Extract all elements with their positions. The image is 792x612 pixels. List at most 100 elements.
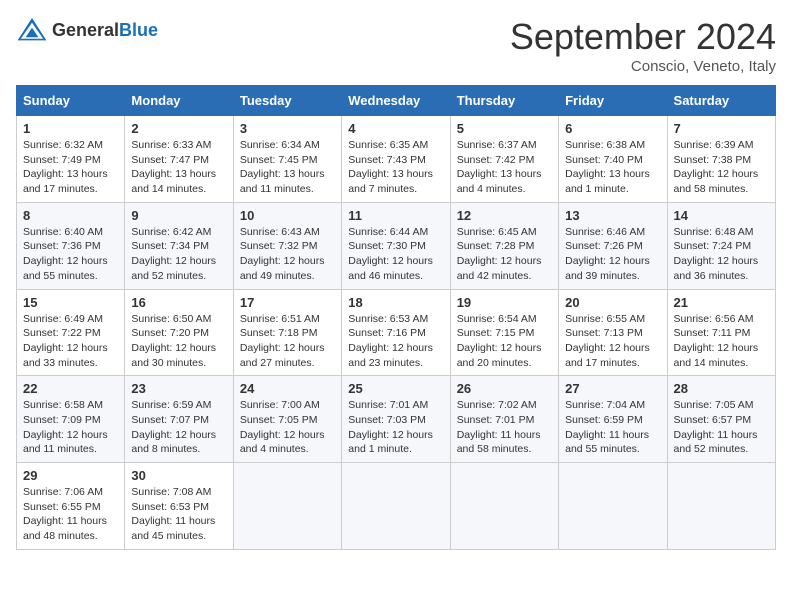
day-number: 9 <box>131 208 226 223</box>
cell-details: Sunrise: 6:50 AMSunset: 7:20 PMDaylight:… <box>131 312 226 371</box>
calendar-cell: 23 Sunrise: 6:59 AMSunset: 7:07 PMDayligh… <box>125 376 233 463</box>
day-number: 3 <box>240 121 335 136</box>
calendar-week-row: 1 Sunrise: 6:32 AMSunset: 7:49 PMDaylight… <box>17 116 776 203</box>
calendar-cell: 22 Sunrise: 6:58 AMSunset: 7:09 PMDayligh… <box>17 376 125 463</box>
calendar-cell: 7 Sunrise: 6:39 AMSunset: 7:38 PMDaylight… <box>667 116 775 203</box>
day-number: 5 <box>457 121 552 136</box>
calendar-cell: 30 Sunrise: 7:08 AMSunset: 6:53 PMDayligh… <box>125 463 233 550</box>
cell-details: Sunrise: 6:42 AMSunset: 7:34 PMDaylight:… <box>131 225 226 284</box>
cell-details: Sunrise: 6:56 AMSunset: 7:11 PMDaylight:… <box>674 312 769 371</box>
day-number: 6 <box>565 121 660 136</box>
logo-text: GeneralBlue <box>52 20 158 41</box>
cell-details: Sunrise: 6:46 AMSunset: 7:26 PMDaylight:… <box>565 225 660 284</box>
cell-details: Sunrise: 7:01 AMSunset: 7:03 PMDaylight:… <box>348 398 443 457</box>
day-number: 4 <box>348 121 443 136</box>
calendar-day-header: Sunday <box>17 86 125 116</box>
day-number: 18 <box>348 295 443 310</box>
calendar-cell: 5 Sunrise: 6:37 AMSunset: 7:42 PMDaylight… <box>450 116 558 203</box>
day-number: 28 <box>674 381 769 396</box>
calendar-cell: 28 Sunrise: 7:05 AMSunset: 6:57 PMDayligh… <box>667 376 775 463</box>
calendar-cell: 18 Sunrise: 6:53 AMSunset: 7:16 PMDayligh… <box>342 289 450 376</box>
cell-details: Sunrise: 7:02 AMSunset: 7:01 PMDaylight:… <box>457 398 552 457</box>
cell-details: Sunrise: 6:51 AMSunset: 7:18 PMDaylight:… <box>240 312 335 371</box>
cell-details: Sunrise: 6:32 AMSunset: 7:49 PMDaylight:… <box>23 138 118 197</box>
cell-details: Sunrise: 6:40 AMSunset: 7:36 PMDaylight:… <box>23 225 118 284</box>
calendar-day-header: Thursday <box>450 86 558 116</box>
calendar-cell: 4 Sunrise: 6:35 AMSunset: 7:43 PMDaylight… <box>342 116 450 203</box>
calendar-cell: 9 Sunrise: 6:42 AMSunset: 7:34 PMDaylight… <box>125 202 233 289</box>
logo-icon <box>16 16 48 44</box>
title-area: September 2024 Conscio, Veneto, Italy <box>510 16 776 75</box>
calendar-cell: 21 Sunrise: 6:56 AMSunset: 7:11 PMDayligh… <box>667 289 775 376</box>
calendar-cell: 14 Sunrise: 6:48 AMSunset: 7:24 PMDayligh… <box>667 202 775 289</box>
cell-details: Sunrise: 7:08 AMSunset: 6:53 PMDaylight:… <box>131 485 226 544</box>
calendar-cell: 19 Sunrise: 6:54 AMSunset: 7:15 PMDayligh… <box>450 289 558 376</box>
day-number: 23 <box>131 381 226 396</box>
day-number: 22 <box>23 381 118 396</box>
day-number: 26 <box>457 381 552 396</box>
calendar-cell: 29 Sunrise: 7:06 AMSunset: 6:55 PMDayligh… <box>17 463 125 550</box>
calendar-cell: 6 Sunrise: 6:38 AMSunset: 7:40 PMDaylight… <box>559 116 667 203</box>
calendar-cell: 12 Sunrise: 6:45 AMSunset: 7:28 PMDayligh… <box>450 202 558 289</box>
calendar-day-header: Monday <box>125 86 233 116</box>
day-number: 10 <box>240 208 335 223</box>
calendar-cell: 17 Sunrise: 6:51 AMSunset: 7:18 PMDayligh… <box>233 289 341 376</box>
day-number: 24 <box>240 381 335 396</box>
calendar-cell: 16 Sunrise: 6:50 AMSunset: 7:20 PMDayligh… <box>125 289 233 376</box>
calendar-cell <box>450 463 558 550</box>
calendar-cell: 1 Sunrise: 6:32 AMSunset: 7:49 PMDaylight… <box>17 116 125 203</box>
calendar-cell: 10 Sunrise: 6:43 AMSunset: 7:32 PMDayligh… <box>233 202 341 289</box>
cell-details: Sunrise: 6:54 AMSunset: 7:15 PMDaylight:… <box>457 312 552 371</box>
calendar-cell <box>233 463 341 550</box>
day-number: 1 <box>23 121 118 136</box>
location-subtitle: Conscio, Veneto, Italy <box>510 58 776 75</box>
day-number: 29 <box>23 468 118 483</box>
day-number: 21 <box>674 295 769 310</box>
calendar-header-row: SundayMondayTuesdayWednesdayThursdayFrid… <box>17 86 776 116</box>
calendar-day-header: Tuesday <box>233 86 341 116</box>
month-title: September 2024 <box>510 16 776 58</box>
calendar-cell: 3Sunrise: 6:34 AMSunset: 7:45 PMDaylight… <box>233 116 341 203</box>
cell-details: Sunrise: 6:59 AMSunset: 7:07 PMDaylight:… <box>131 398 226 457</box>
cell-details: Sunrise: 6:43 AMSunset: 7:32 PMDaylight:… <box>240 225 335 284</box>
day-number: 17 <box>240 295 335 310</box>
cell-details: Sunrise: 7:06 AMSunset: 6:55 PMDaylight:… <box>23 485 118 544</box>
calendar-cell: 26 Sunrise: 7:02 AMSunset: 7:01 PMDayligh… <box>450 376 558 463</box>
calendar-cell: 24Sunrise: 7:00 AMSunset: 7:05 PMDayligh… <box>233 376 341 463</box>
calendar-cell: 27Sunrise: 7:04 AMSunset: 6:59 PMDayligh… <box>559 376 667 463</box>
calendar-week-row: 15 Sunrise: 6:49 AMSunset: 7:22 PMDayligh… <box>17 289 776 376</box>
cell-details: Sunrise: 6:48 AMSunset: 7:24 PMDaylight:… <box>674 225 769 284</box>
day-number: 2 <box>131 121 226 136</box>
cell-details: Sunrise: 6:53 AMSunset: 7:16 PMDaylight:… <box>348 312 443 371</box>
day-number: 16 <box>131 295 226 310</box>
calendar-cell: 20 Sunrise: 6:55 AMSunset: 7:13 PMDayligh… <box>559 289 667 376</box>
day-number: 30 <box>131 468 226 483</box>
day-number: 19 <box>457 295 552 310</box>
day-number: 15 <box>23 295 118 310</box>
cell-details: Sunrise: 6:49 AMSunset: 7:22 PMDaylight:… <box>23 312 118 371</box>
calendar-table: SundayMondayTuesdayWednesdayThursdayFrid… <box>16 85 776 550</box>
logo: GeneralBlue <box>16 16 158 44</box>
day-number: 12 <box>457 208 552 223</box>
calendar-cell <box>667 463 775 550</box>
day-number: 14 <box>674 208 769 223</box>
cell-details: Sunrise: 6:37 AMSunset: 7:42 PMDaylight:… <box>457 138 552 197</box>
calendar-week-row: 22 Sunrise: 6:58 AMSunset: 7:09 PMDayligh… <box>17 376 776 463</box>
calendar-cell: 25Sunrise: 7:01 AMSunset: 7:03 PMDayligh… <box>342 376 450 463</box>
cell-details: Sunrise: 6:39 AMSunset: 7:38 PMDaylight:… <box>674 138 769 197</box>
day-number: 11 <box>348 208 443 223</box>
cell-details: Sunrise: 6:58 AMSunset: 7:09 PMDaylight:… <box>23 398 118 457</box>
calendar-body: 1 Sunrise: 6:32 AMSunset: 7:49 PMDaylight… <box>17 116 776 550</box>
cell-details: Sunrise: 7:05 AMSunset: 6:57 PMDaylight:… <box>674 398 769 457</box>
cell-details: Sunrise: 6:38 AMSunset: 7:40 PMDaylight:… <box>565 138 660 197</box>
day-number: 20 <box>565 295 660 310</box>
calendar-day-header: Wednesday <box>342 86 450 116</box>
cell-details: Sunrise: 6:35 AMSunset: 7:43 PMDaylight:… <box>348 138 443 197</box>
header: GeneralBlue September 2024 Conscio, Vene… <box>16 16 776 75</box>
day-number: 7 <box>674 121 769 136</box>
cell-details: Sunrise: 6:55 AMSunset: 7:13 PMDaylight:… <box>565 312 660 371</box>
cell-details: Sunrise: 6:45 AMSunset: 7:28 PMDaylight:… <box>457 225 552 284</box>
calendar-cell: 15 Sunrise: 6:49 AMSunset: 7:22 PMDayligh… <box>17 289 125 376</box>
day-number: 27 <box>565 381 660 396</box>
cell-details: Sunrise: 6:44 AMSunset: 7:30 PMDaylight:… <box>348 225 443 284</box>
